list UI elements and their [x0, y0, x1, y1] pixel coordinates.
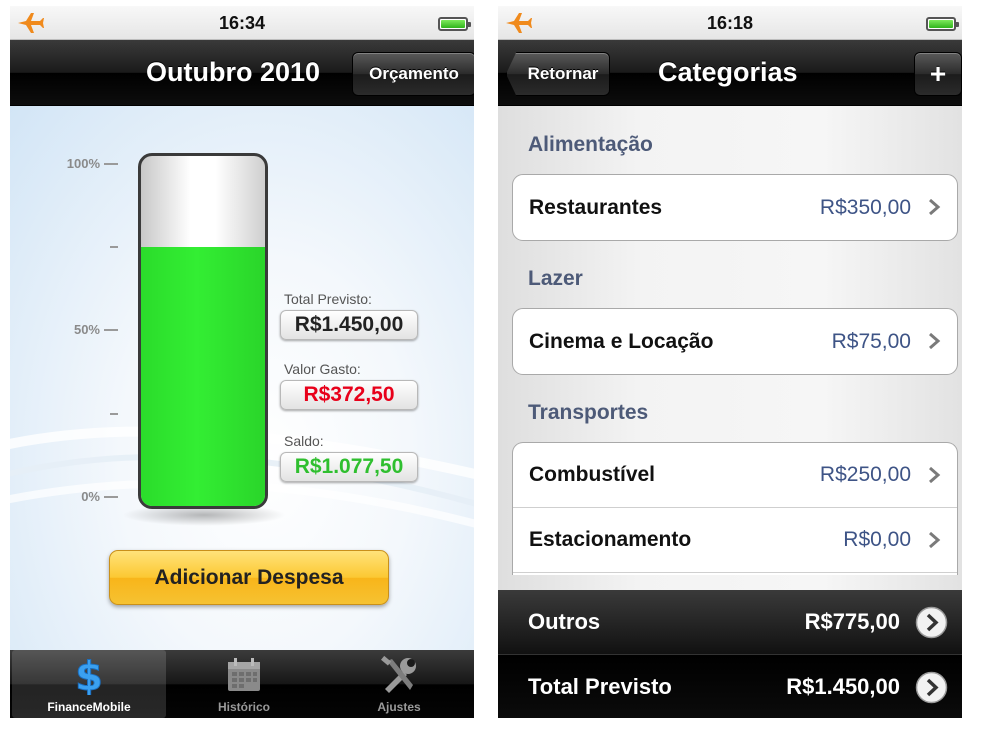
tools-icon: [381, 655, 416, 693]
section-header-transportes: Transportes: [528, 401, 649, 424]
status-bar: 16:18: [498, 6, 962, 40]
scale-label-0: 0%: [81, 489, 100, 504]
nav-bar: Retornar Categorias +: [498, 40, 962, 106]
tab-label: Ajustes: [377, 700, 421, 714]
totals-label: Outros: [528, 609, 601, 634]
spent-value: R$372,50: [280, 380, 418, 410]
disclosure-arrow-icon[interactable]: [915, 671, 948, 704]
tab-label: Histórico: [217, 700, 270, 714]
tab-historico[interactable]: Histórico: [167, 650, 321, 718]
group-transportes: Combustível R$250,00 Estacionamento R$0,…: [512, 442, 958, 575]
category-label: Restaurantes: [529, 195, 663, 219]
scale-tick: [104, 496, 118, 498]
total-planned-label: Total Previsto:: [284, 291, 372, 307]
scale-tick: [104, 163, 118, 165]
categories-list: Alimentação Restaurantes R$350,00 Lazer …: [498, 106, 962, 590]
chevron-right-icon: [929, 332, 941, 350]
disclosure-arrow-icon[interactable]: [915, 606, 948, 639]
category-label: Combustível: [529, 463, 656, 486]
section-header-alimentacao: Alimentação: [528, 133, 653, 156]
chevron-right-icon: [929, 531, 941, 549]
status-time: 16:18: [706, 13, 754, 33]
budget-gauge: [138, 153, 268, 509]
category-row-estacionamento[interactable]: Estacionamento R$0,00: [513, 508, 957, 573]
dollar-icon: $: [75, 655, 104, 695]
category-label: Estacionamento: [529, 528, 692, 551]
totals-row-outros[interactable]: Outros R$775,00: [498, 590, 962, 654]
scale-tick: [110, 246, 118, 248]
status-time: 16:34: [218, 13, 266, 33]
category-row-restaurantes[interactable]: Restaurantes R$350,00: [513, 175, 957, 240]
categories-screen: 16:18 Retornar Categorias + Alimentação …: [498, 6, 962, 718]
scale-tick: [110, 413, 118, 415]
add-category-button[interactable]: +: [914, 52, 962, 96]
scale-label-50: 50%: [73, 322, 100, 337]
section-header-lazer: Lazer: [528, 267, 583, 290]
budget-button[interactable]: Orçamento: [352, 52, 474, 96]
chevron-right-icon: [929, 466, 941, 484]
chevron-right-icon: [929, 198, 941, 216]
battery-icon: [438, 17, 471, 31]
group-alimentacao: Restaurantes R$350,00: [512, 174, 958, 241]
status-bar: 16:34: [10, 6, 474, 40]
group-lazer: Cinema e Locação R$75,00: [512, 308, 958, 375]
spent-label: Valor Gasto:: [284, 361, 361, 377]
balance-label: Saldo:: [284, 433, 324, 449]
battery-icon: [926, 17, 959, 31]
category-value: R$75,00: [831, 329, 911, 353]
nav-bar: Outubro 2010 Orçamento: [10, 40, 474, 106]
svg-text:$: $: [75, 655, 103, 695]
budget-gauge-area: 100% 50% 0% Total Previsto: R$1.450,00 V…: [10, 106, 474, 650]
totals-value: R$775,00: [804, 609, 900, 634]
gauge-fill: [141, 247, 265, 506]
category-value: R$250,00: [819, 463, 911, 486]
tab-label: FinanceMobile: [47, 700, 131, 714]
totals-value: R$1.450,00: [786, 674, 900, 699]
back-button[interactable]: Retornar: [506, 52, 610, 96]
tab-bar: $ FinanceMobile Histórico Ajustes: [10, 650, 474, 718]
category-value: R$350,00: [819, 195, 911, 219]
category-row-cinema[interactable]: Cinema e Locação R$75,00: [513, 309, 957, 374]
category-row-combustivel[interactable]: Combustível R$250,00: [513, 443, 957, 508]
add-expense-button[interactable]: Adicionar Despesa: [109, 550, 389, 605]
balance-value: R$1.077,50: [280, 452, 418, 482]
category-value: R$0,00: [843, 528, 911, 551]
finance-overview-screen: 16:34 Outubro 2010 Orçamento 100% 50% 0%…: [10, 6, 474, 718]
scale-tick: [104, 329, 118, 331]
total-planned-value: R$1.450,00: [280, 310, 418, 340]
page-title: Categorias: [658, 57, 798, 87]
tab-financemobile[interactable]: $ FinanceMobile: [12, 650, 166, 718]
page-title: Outubro 2010: [146, 57, 321, 87]
totals-label: Total Previsto: [528, 674, 672, 699]
calendar-icon: [228, 658, 260, 691]
tab-ajustes[interactable]: Ajustes: [322, 650, 474, 718]
totals-row-total-previsto[interactable]: Total Previsto R$1.450,00: [498, 654, 962, 718]
totals-footer: Outros R$775,00 Total Previsto R$1.450,0…: [498, 590, 962, 718]
scale-label-100: 100%: [66, 156, 100, 171]
category-label: Cinema e Locação: [529, 329, 714, 353]
